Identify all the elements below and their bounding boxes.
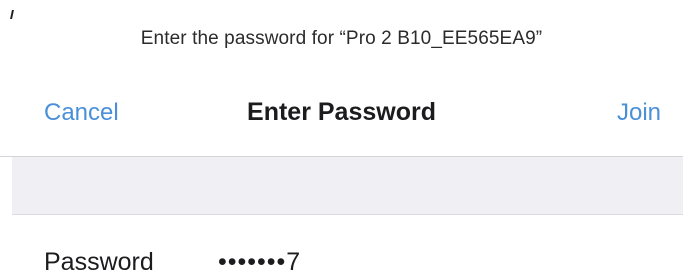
corner-mark [10,10,14,19]
password-dialog: Enter the password for “Pro 2 B10_EE565E… [0,0,683,276]
password-prompt-text: Enter the password for “Pro 2 B10_EE565E… [140,28,543,49]
navigation-bar: Cancel Enter Password Join [0,76,683,157]
page-title: Enter Password [247,98,436,126]
password-row[interactable]: Password •••••••7 [0,215,683,276]
join-button[interactable]: Join [617,99,661,127]
section-separator [12,157,683,215]
